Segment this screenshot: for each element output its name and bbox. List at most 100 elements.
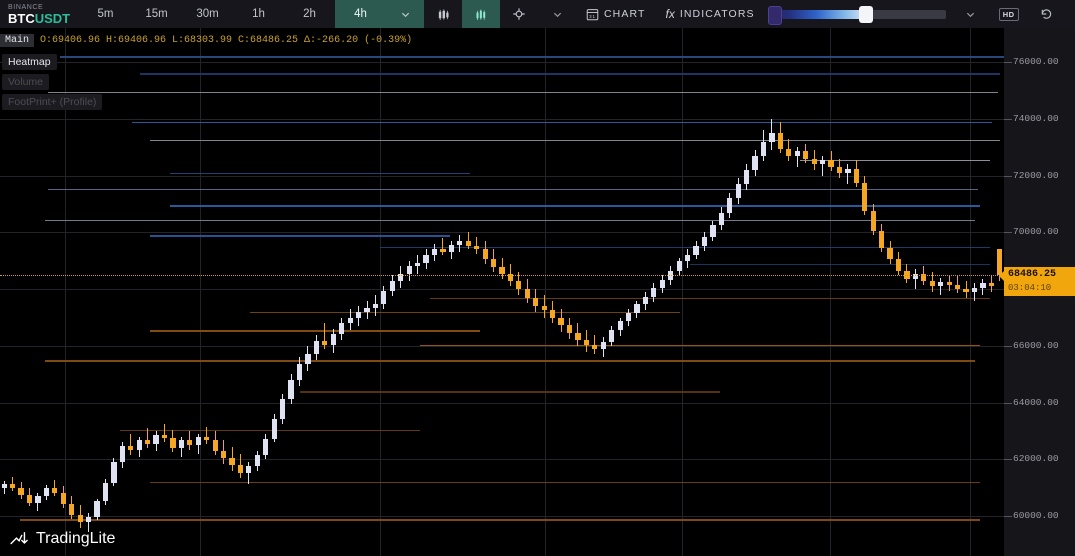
candle-body	[643, 297, 648, 304]
candle-body	[744, 170, 749, 184]
candle-body	[381, 291, 386, 303]
slider-handle-left[interactable]	[768, 6, 782, 25]
candle-body	[575, 333, 580, 340]
candle-body	[812, 159, 817, 165]
main-series-tag[interactable]: Main	[0, 34, 34, 47]
candle-body	[305, 354, 310, 364]
grid-line-vertical	[545, 28, 546, 556]
price-axis-tick-mark	[1004, 62, 1012, 63]
candle-body	[930, 281, 935, 287]
candle-body	[626, 313, 631, 321]
legend-item-heatmap[interactable]: Heatmap	[2, 54, 57, 70]
timeframe-2h[interactable]: 2h	[284, 0, 335, 28]
heatmap-liquidity-line	[45, 220, 975, 221]
candle-body	[736, 184, 741, 198]
candle-body	[213, 440, 218, 451]
bar-chart-button[interactable]	[424, 0, 462, 28]
timeframe-15m[interactable]: 15m	[131, 0, 182, 28]
price-axis-tick: 62000.00	[1013, 453, 1059, 464]
candle-body	[35, 496, 40, 502]
legend-item-volume[interactable]: Volume	[2, 74, 49, 90]
indicators-menu-label: INDICATORS	[680, 8, 755, 20]
heatmap-liquidity-line	[250, 312, 680, 313]
candle-body	[634, 304, 639, 313]
timeframe-5m[interactable]: 5m	[80, 0, 131, 28]
candle-body	[373, 304, 378, 309]
candle-body	[761, 142, 766, 156]
candle-wick	[847, 164, 848, 184]
candle-body	[795, 151, 800, 155]
candle-body	[989, 283, 994, 286]
candle-body	[854, 169, 859, 183]
hd-quality-button[interactable]: HD	[990, 0, 1028, 28]
price-axis-tick: 66000.00	[1013, 340, 1059, 351]
ohlc-legend: Main O:69406.96 H:69406.96 L:68303.99 C:…	[0, 33, 412, 48]
heatmap-intensity-slider[interactable]	[765, 0, 952, 28]
candle-body	[542, 306, 547, 311]
candle-body	[533, 298, 538, 305]
heatmap-liquidity-line	[150, 482, 980, 483]
heatmap-liquidity-line	[690, 264, 990, 265]
candle-wick	[797, 147, 798, 167]
grid-line-horizontal	[0, 403, 1004, 404]
candle-body	[550, 310, 555, 318]
candle-body	[272, 419, 277, 439]
candle-wick	[442, 238, 443, 255]
candle-body	[246, 466, 251, 473]
candle-body	[196, 437, 201, 445]
histogram-icon	[475, 8, 488, 21]
candle-body	[980, 283, 985, 287]
legend-item-footprint[interactable]: FootPrint+ (Profile)	[2, 94, 102, 110]
timeframe-4h[interactable]: 4h	[335, 0, 386, 28]
redo-button[interactable]	[1066, 0, 1075, 28]
slider-track[interactable]	[771, 10, 946, 19]
current-price-value: 68486.25	[1004, 267, 1075, 283]
heatmap-liquidity-line	[170, 205, 980, 207]
price-axis-tick-mark	[1004, 346, 1012, 347]
price-axis-tick: 70000.00	[1013, 226, 1059, 237]
price-chart-canvas[interactable]	[0, 28, 1004, 556]
timeframe-dropdown-button[interactable]	[386, 0, 424, 28]
candle-body	[491, 259, 496, 267]
heatmap-liquidity-line	[20, 519, 980, 521]
indicators-menu-button[interactable]: fx INDICATORS	[655, 0, 764, 28]
heatmap-liquidity-line	[420, 345, 980, 347]
candle-body	[137, 440, 142, 450]
price-axis-tick: 60000.00	[1013, 510, 1059, 521]
candle-body	[348, 318, 353, 323]
price-axis-tick-mark	[1004, 176, 1012, 177]
chart-menu-label: CHART	[604, 8, 645, 20]
candle-wick	[164, 424, 165, 442]
layers-dropdown-button[interactable]	[538, 0, 576, 28]
candle-countdown: 03:04:10	[1004, 283, 1075, 296]
layers-button[interactable]	[500, 0, 538, 28]
symbol-selector[interactable]: BINANCE BTCUSDT	[0, 0, 80, 28]
candle-body	[955, 285, 960, 289]
chevron-down-icon	[401, 10, 410, 19]
grid-line-horizontal	[0, 459, 1004, 460]
candle-body	[204, 437, 209, 440]
candle-wick	[206, 427, 207, 444]
candle-body	[972, 288, 977, 292]
heatmap-liquidity-line	[430, 298, 990, 299]
slider-dropdown-button[interactable]	[952, 0, 990, 28]
hd-badge-label: HD	[999, 8, 1019, 21]
grid-line-vertical	[970, 28, 971, 556]
timeframe-30m[interactable]: 30m	[182, 0, 233, 28]
chart-menu-button[interactable]: 31 CHART	[576, 0, 655, 28]
grid-line-horizontal	[0, 289, 1004, 290]
heatmap-liquidity-line	[132, 122, 992, 124]
grid-line-horizontal	[0, 516, 1004, 517]
candle-body	[871, 211, 876, 231]
candle-body	[769, 133, 774, 142]
candle-body	[61, 493, 66, 504]
slider-handle-right[interactable]	[859, 6, 873, 23]
candle-body	[153, 435, 158, 444]
histogram-button[interactable]	[462, 0, 500, 28]
grid-line-vertical	[200, 28, 201, 556]
candle-body	[221, 451, 226, 458]
chevron-down-icon	[553, 10, 562, 19]
timeframe-1h[interactable]: 1h	[233, 0, 284, 28]
grid-line-vertical	[830, 28, 831, 556]
undo-button[interactable]	[1028, 0, 1066, 28]
